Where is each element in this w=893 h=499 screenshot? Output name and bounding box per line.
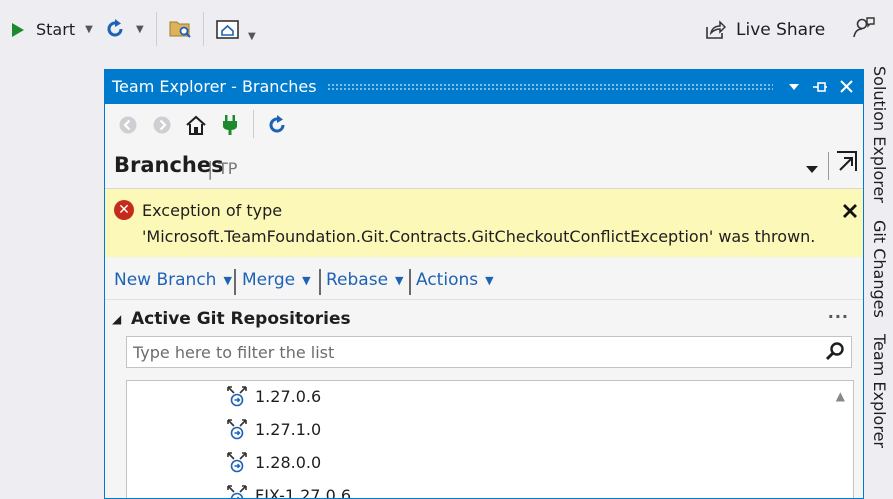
main-toolbar: Start ▼ ▼ ▼ Live Share	[0, 0, 893, 60]
chevron-down-icon: ▼	[248, 31, 256, 42]
feedback-button[interactable]	[852, 15, 876, 39]
team-explorer-nav-bar	[105, 104, 863, 144]
rebase-label: Rebase	[326, 270, 388, 290]
filter-box	[126, 336, 852, 368]
remote-branch-icon	[226, 418, 248, 440]
tab-solution-explorer[interactable]: Solution Explorer	[870, 66, 889, 203]
forward-arrow-icon	[152, 115, 172, 135]
undock-button[interactable]	[835, 150, 859, 178]
back-arrow-icon	[118, 115, 138, 135]
error-icon: ✕	[114, 200, 134, 220]
new-branch-menu[interactable]: New Branch ▼	[114, 270, 232, 290]
find-in-folder-button[interactable]	[169, 18, 193, 40]
action-divider	[234, 269, 236, 295]
merge-menu[interactable]: Merge ▼	[242, 270, 311, 290]
error-message-line1: Exception of type	[142, 201, 282, 220]
search-icon	[824, 341, 846, 363]
nav-divider	[253, 110, 254, 138]
filter-input[interactable]	[127, 337, 829, 367]
branch-list: ▲ 1.27.0.6 1.27.1.0	[126, 380, 854, 499]
section-title: Active Git Repositories	[131, 309, 351, 329]
page-dropdown-button[interactable]	[805, 159, 819, 178]
share-icon	[704, 19, 726, 41]
header-separator: |	[207, 158, 213, 180]
project-name: TP	[218, 159, 237, 178]
close-panel-button[interactable]	[833, 72, 859, 102]
list-item[interactable]: FIX-1.27.0.6	[127, 480, 853, 499]
tab-team-explorer[interactable]: Team Explorer	[870, 334, 889, 448]
forward-button[interactable]	[149, 112, 175, 138]
chevron-down-icon: ▼	[85, 24, 93, 35]
list-item[interactable]: 1.28.0.0	[127, 447, 853, 477]
back-button[interactable]	[115, 112, 141, 138]
live-share-button[interactable]: Live Share	[704, 19, 825, 41]
actions-label: Actions	[416, 270, 478, 290]
list-item[interactable]: 1.27.0.6	[127, 381, 853, 411]
rebase-menu[interactable]: Rebase ▼	[326, 270, 404, 290]
plug-icon	[220, 114, 240, 136]
pin-icon	[812, 81, 828, 93]
action-divider	[319, 269, 321, 295]
start-button[interactable]: Start ▼	[11, 20, 93, 39]
connect-button[interactable]	[217, 112, 243, 138]
drag-grip[interactable]	[327, 83, 773, 91]
window-home-icon	[216, 19, 240, 41]
branch-name: FIX-1.27.0.6	[255, 486, 351, 499]
chevron-down-icon: ▼	[485, 274, 493, 287]
team-explorer-panel: Team Explorer - Branches	[104, 69, 864, 499]
start-label: Start	[36, 20, 75, 39]
merge-label: Merge	[242, 270, 295, 290]
branch-name: 1.27.1.0	[255, 420, 321, 439]
search-button[interactable]	[824, 341, 846, 367]
remote-branch-icon	[226, 385, 248, 407]
action-divider	[409, 269, 411, 295]
branch-actions-bar: New Branch ▼ Merge ▼ Rebase ▼ Actions ▼	[105, 259, 863, 300]
error-banner: ✕ Exception of type 'Microsoft.TeamFound…	[105, 189, 863, 257]
branch-name: 1.28.0.0	[255, 453, 321, 472]
home-icon	[185, 114, 207, 136]
close-icon	[843, 204, 857, 218]
close-icon	[840, 80, 853, 93]
team-explorer-title-bar[interactable]: Team Explorer - Branches	[105, 69, 863, 104]
tab-git-changes[interactable]: Git Changes	[870, 220, 889, 318]
chevron-down-icon	[805, 165, 819, 174]
branch-name: 1.27.0.6	[255, 387, 321, 406]
refresh-toolbar-button[interactable]: ▼	[104, 18, 144, 40]
chevron-down-icon: ▼	[302, 274, 310, 287]
toolbar-divider	[156, 12, 157, 46]
home-button[interactable]	[183, 112, 209, 138]
dismiss-error-button[interactable]	[843, 199, 857, 223]
actions-menu[interactable]: Actions ▼	[416, 270, 494, 290]
undock-arrow-icon	[835, 150, 859, 174]
auto-hide-button[interactable]	[807, 72, 833, 102]
refresh-button[interactable]	[264, 112, 290, 138]
toolbar-divider	[203, 12, 204, 46]
active-repositories-section: ◢ Active Git Repositories ···	[105, 307, 863, 335]
folder-search-icon	[169, 18, 193, 40]
side-tool-tabs: Solution Explorer Git Changes Team Explo…	[864, 60, 893, 492]
window-home-button[interactable]: ▼	[216, 17, 256, 42]
header-divider	[828, 152, 829, 180]
window-position-button[interactable]	[781, 72, 807, 102]
feedback-person-icon	[852, 15, 876, 39]
panel-title: Team Explorer - Branches	[112, 77, 317, 96]
play-icon	[11, 22, 25, 38]
new-branch-label: New Branch	[114, 270, 216, 290]
remote-branch-icon	[226, 451, 248, 473]
chevron-down-icon	[788, 83, 800, 91]
collapse-triangle-icon[interactable]: ◢	[112, 312, 121, 326]
refresh-icon	[104, 18, 126, 40]
list-item[interactable]: 1.27.1.0	[127, 414, 853, 444]
chevron-down-icon: ▼	[223, 274, 231, 287]
more-options-button[interactable]: ···	[828, 307, 849, 326]
chevron-down-icon: ▼	[136, 24, 144, 35]
page-header: Branches | TP	[105, 144, 863, 189]
chevron-down-icon: ▼	[395, 274, 403, 287]
error-message-line2: 'Microsoft.TeamFoundation.Git.Contracts.…	[142, 227, 815, 246]
refresh-icon	[266, 114, 288, 136]
live-share-label: Live Share	[736, 20, 825, 40]
